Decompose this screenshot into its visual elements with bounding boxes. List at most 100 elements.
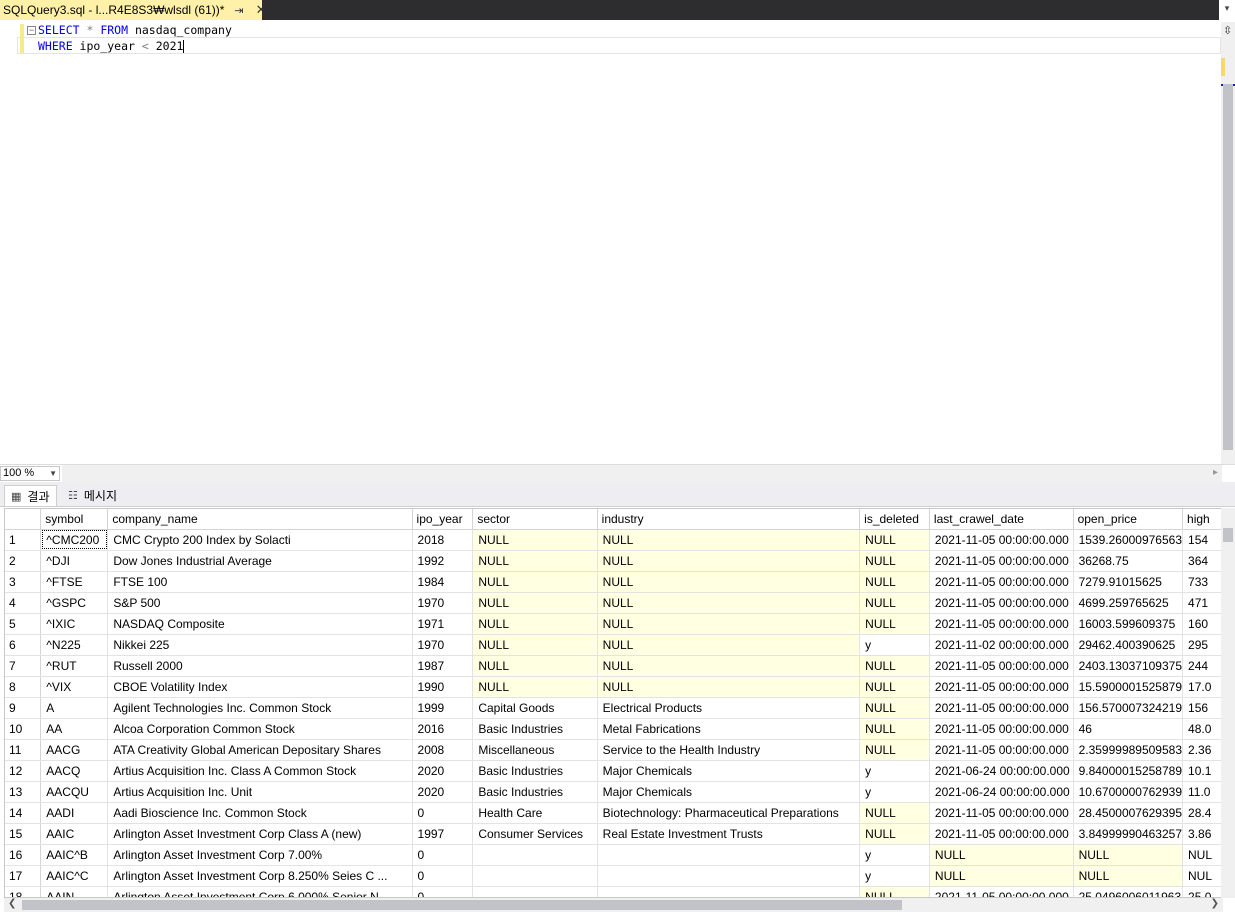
cell-sector[interactable]: Health Care	[472, 802, 598, 824]
header-corner[interactable]	[5, 509, 42, 530]
row-number[interactable]: 2	[5, 550, 42, 572]
cell-open-price[interactable]: 16003.599609375	[1073, 613, 1184, 635]
cell-symbol[interactable]: ^VIX	[40, 676, 109, 698]
cell-is-deleted[interactable]: NULL	[859, 676, 930, 698]
row-number[interactable]: 18	[5, 886, 42, 897]
zoom-dropdown[interactable]: 100 % ▼	[0, 466, 60, 481]
row-number[interactable]: 10	[5, 718, 42, 740]
cell-industry[interactable]: NULL	[597, 592, 861, 614]
cell-is-deleted[interactable]: NULL	[859, 550, 930, 572]
cell-industry[interactable]: NULL	[597, 571, 861, 593]
table-row[interactable]: 17 AAIC^C Arlington Asset Investment Corp …	[5, 865, 1222, 887]
cell-industry[interactable]: NULL	[597, 634, 861, 656]
column-header[interactable]: ipo_year	[412, 509, 474, 530]
column-header[interactable]: industry	[597, 509, 861, 530]
cell-ipo-year[interactable]: 2020	[412, 760, 474, 782]
cell-is-deleted[interactable]: NULL	[859, 886, 930, 897]
cell-ipo-year[interactable]: 2016	[412, 718, 474, 740]
cell-is-deleted[interactable]: y	[859, 760, 930, 782]
cell-sector[interactable]	[472, 886, 598, 897]
editor-vertical-scrollbar[interactable]: ⇳	[1221, 22, 1235, 464]
row-number[interactable]: 14	[5, 802, 42, 824]
cell-is-deleted[interactable]: NULL	[859, 802, 930, 824]
cell-ipo-year[interactable]: 2008	[412, 739, 474, 761]
cell-company-name[interactable]: Arlington Asset Investment Corp 7.00%	[107, 844, 413, 866]
grid-horizontal-scrollbar[interactable]: ❮ ❯	[4, 898, 1223, 912]
cell-high[interactable]: NUL	[1182, 865, 1222, 887]
cell-is-deleted[interactable]: y	[859, 844, 930, 866]
table-row[interactable]: 2 ^DJI Dow Jones Industrial Average 1992 NUL…	[5, 550, 1222, 572]
cell-is-deleted[interactable]: NULL	[859, 571, 930, 593]
cell-is-deleted[interactable]: NULL	[859, 613, 930, 635]
cell-industry[interactable]: Biotechnology: Pharmaceutical Preparatio…	[597, 802, 861, 824]
column-header[interactable]: last_crawel_date	[929, 509, 1074, 530]
cell-is-deleted[interactable]: NULL	[859, 739, 930, 761]
row-number[interactable]: 12	[5, 760, 42, 782]
cell-symbol[interactable]: AAIC^B	[40, 844, 109, 866]
results-grid[interactable]: symbol company_name ipo_year sector indu…	[4, 508, 1223, 898]
cell-high[interactable]: 154	[1182, 529, 1222, 551]
row-number[interactable]: 7	[5, 655, 42, 677]
cell-last-crawel-date[interactable]: 2021-11-05 00:00:00.000	[929, 739, 1074, 761]
cell-sector[interactable]: Capital Goods	[472, 697, 598, 719]
cell-company-name[interactable]: CBOE Volatility Index	[107, 676, 413, 698]
cell-symbol[interactable]: AACQ	[40, 760, 109, 782]
cell-last-crawel-date[interactable]: 2021-11-05 00:00:00.000	[929, 655, 1074, 677]
cell-company-name[interactable]: Agilent Technologies Inc. Common Stock	[107, 697, 413, 719]
table-row[interactable]: 8 ^VIX CBOE Volatility Index 1990 NULL NULL NU…	[5, 676, 1222, 698]
editor-horizontal-scrollbar[interactable]: ▸	[62, 465, 1222, 482]
cell-open-price[interactable]: 25.0496006011963	[1073, 886, 1184, 897]
cell-ipo-year[interactable]: 1990	[412, 676, 474, 698]
table-row[interactable]: 15 AAIC Arlington Asset Investment Corp Cl…	[5, 823, 1222, 845]
cell-company-name[interactable]: CMC Crypto 200 Index by Solacti	[107, 529, 413, 551]
cell-open-price[interactable]: 46	[1073, 718, 1184, 740]
row-number[interactable]: 11	[5, 739, 42, 761]
cell-is-deleted[interactable]: NULL	[859, 655, 930, 677]
cell-open-price[interactable]: 29462.400390625	[1073, 634, 1184, 656]
cell-last-crawel-date[interactable]: NULL	[929, 844, 1074, 866]
cell-ipo-year[interactable]: 2020	[412, 781, 474, 803]
cell-company-name[interactable]: Artius Acquisition Inc. Unit	[107, 781, 413, 803]
table-row[interactable]: 7 ^RUT Russell 2000 1987 NULL NULL NULL 2021-11…	[5, 655, 1222, 677]
cell-company-name[interactable]: Artius Acquisition Inc. Class A Common S…	[107, 760, 413, 782]
cell-open-price[interactable]: 4699.259765625	[1073, 592, 1184, 614]
table-row[interactable]: 4 ^GSPC S&P 500 1970 NULL NULL NULL 2021-11-05 …	[5, 592, 1222, 614]
row-number[interactable]: 17	[5, 865, 42, 887]
cell-open-price[interactable]: 28.4500007629395	[1073, 802, 1184, 824]
cell-open-price[interactable]: 36268.75	[1073, 550, 1184, 572]
cell-open-price[interactable]: 7279.91015625	[1073, 571, 1184, 593]
row-number[interactable]: 3	[5, 571, 42, 593]
cell-high[interactable]: 295	[1182, 634, 1222, 656]
cell-symbol[interactable]: ^DJI	[40, 550, 109, 572]
cell-open-price[interactable]: 1539.26000976563	[1073, 529, 1184, 551]
split-view-icon[interactable]: ⇳	[1223, 24, 1232, 37]
table-row[interactable]: 1 ^CMC200 CMC Crypto 200 Index by Solacti 2…	[5, 529, 1222, 551]
cell-last-crawel-date[interactable]: 2021-06-24 00:00:00.000	[929, 781, 1074, 803]
cell-ipo-year[interactable]: 1984	[412, 571, 474, 593]
cell-high[interactable]: 2.36	[1182, 739, 1222, 761]
cell-is-deleted[interactable]: y	[859, 865, 930, 887]
cell-symbol[interactable]: AACQU	[40, 781, 109, 803]
code-line-1[interactable]: SELECT * FROM nasdaq_company	[38, 22, 232, 38]
scroll-right-icon[interactable]: ▸	[1213, 467, 1218, 478]
cell-industry[interactable]	[597, 844, 861, 866]
cell-ipo-year[interactable]: 1997	[412, 823, 474, 845]
column-header[interactable]: open_price	[1073, 509, 1184, 530]
cell-symbol[interactable]: ^N225	[40, 634, 109, 656]
cell-last-crawel-date[interactable]: 2021-11-05 00:00:00.000	[929, 823, 1074, 845]
cell-high[interactable]: NUL	[1182, 844, 1222, 866]
cell-high[interactable]: 471	[1182, 592, 1222, 614]
cell-last-crawel-date[interactable]: 2021-11-05 00:00:00.000	[929, 550, 1074, 572]
cell-ipo-year[interactable]: 1970	[412, 592, 474, 614]
cell-last-crawel-date[interactable]: 2021-11-05 00:00:00.000	[929, 613, 1074, 635]
cell-open-price[interactable]: 3.84999990463257	[1073, 823, 1184, 845]
cell-last-crawel-date[interactable]: 2021-11-02 00:00:00.000	[929, 634, 1074, 656]
column-header[interactable]: high	[1182, 509, 1222, 530]
cell-sector[interactable]: Basic Industries	[472, 760, 598, 782]
cell-sector[interactable]: NULL	[472, 592, 598, 614]
tab-results[interactable]: ▦ 결과	[4, 485, 57, 506]
cell-sector[interactable]: NULL	[472, 676, 598, 698]
row-number[interactable]: 5	[5, 613, 42, 635]
cell-last-crawel-date[interactable]: 2021-11-05 00:00:00.000	[929, 802, 1074, 824]
column-header[interactable]: sector	[472, 509, 598, 530]
